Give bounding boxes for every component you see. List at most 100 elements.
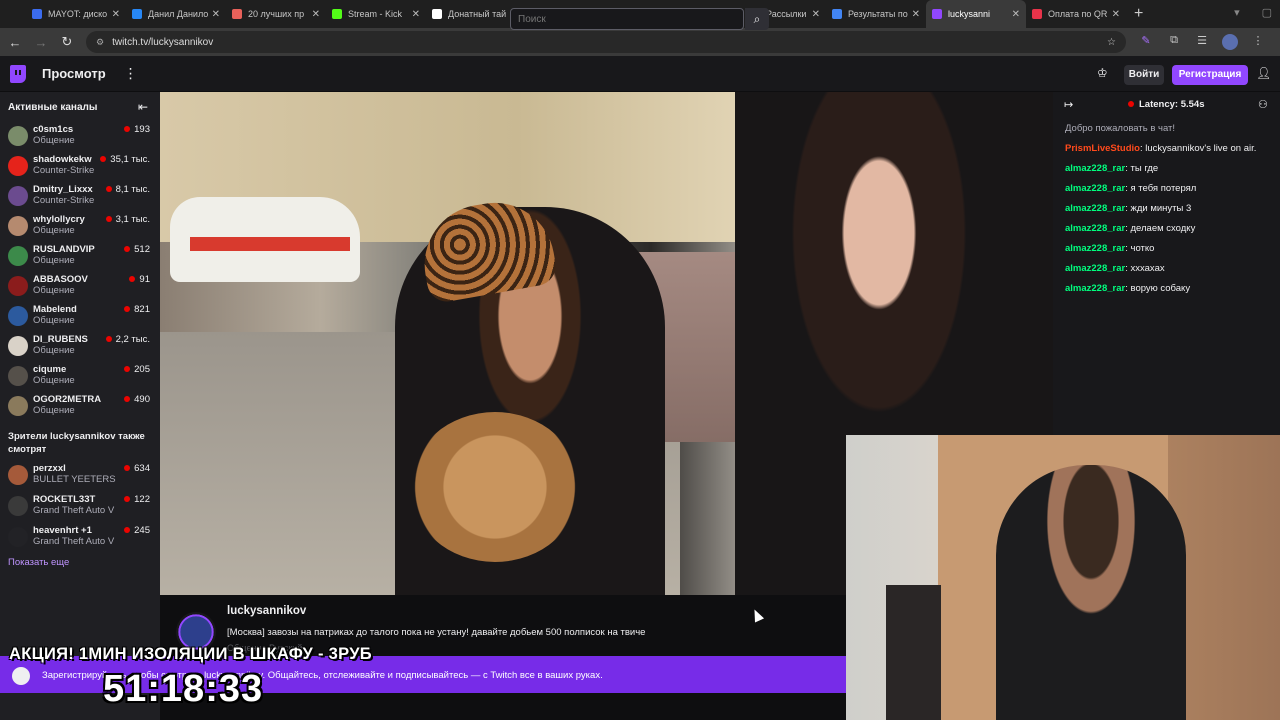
- new-tab-button[interactable]: +: [1134, 5, 1143, 23]
- live-dot-icon: [124, 527, 131, 534]
- sidebar-channel-item[interactable]: DI_RUBENS Общение 2,2 тыс.: [8, 334, 154, 364]
- browser-tab[interactable]: Данил Данилов ✕: [126, 0, 226, 28]
- browser-menu-icon[interactable]: ⋮: [1250, 34, 1266, 50]
- maximize-icon[interactable]: ▢: [1262, 6, 1272, 19]
- channel-name: ABBASOOV: [33, 274, 88, 285]
- close-tab-icon[interactable]: ✕: [412, 9, 420, 20]
- close-tab-icon[interactable]: ✕: [912, 9, 920, 20]
- browse-link[interactable]: Просмотр: [42, 66, 106, 81]
- viewer-count: 3,1 тыс.: [105, 214, 150, 225]
- more-menu-icon[interactable]: ⋮: [124, 65, 138, 82]
- banner-glitch-icon: [12, 667, 30, 685]
- sidebar-channel-item[interactable]: c0sm1cs Общение 193: [8, 124, 154, 154]
- channel-avatar: [8, 496, 28, 516]
- browser-tab[interactable]: 20 лучших пр ✕: [226, 0, 326, 28]
- channel-category: BULLET YEETERS: [33, 474, 116, 485]
- chat-username[interactable]: almaz228_rar: [1065, 223, 1125, 234]
- extension-pen-icon[interactable]: ✎: [1138, 34, 1154, 50]
- close-tab-icon[interactable]: ✕: [1112, 9, 1120, 20]
- viewer-count: 245: [124, 525, 150, 536]
- extensions-icon[interactable]: ⧉: [1166, 34, 1182, 50]
- chat-text: : ты где: [1125, 163, 1159, 174]
- chat-text: : жди минуты 3: [1125, 203, 1192, 214]
- tab-favicon-icon: [332, 9, 342, 19]
- browser-tab[interactable]: MAYOT: диско ✕: [26, 0, 126, 28]
- tab-title: Stream - Kick: [348, 9, 403, 19]
- sidebar-channel-item[interactable]: Mabelend Общение 821: [8, 304, 154, 334]
- close-tab-icon[interactable]: ✕: [112, 9, 120, 20]
- sidebar-channel-item[interactable]: shadowkekw Counter-Strike 35,1 тыс.: [8, 154, 154, 184]
- chat-users-icon[interactable]: ⚇: [1258, 98, 1268, 111]
- chat-text: : хххахах: [1125, 263, 1165, 274]
- tab-favicon-icon: [932, 9, 942, 19]
- address-bar: ← → ↻ ⚙ twitch.tv/luckysannikov ☆ ✎ ⧉ ☰ …: [0, 28, 1280, 56]
- live-dot-icon: [124, 396, 131, 403]
- viewer-count: 490: [124, 394, 150, 405]
- chat-text: : чотко: [1125, 243, 1155, 254]
- forward-icon[interactable]: →: [30, 35, 52, 50]
- channel-avatar: [8, 396, 28, 416]
- twitch-logo-icon[interactable]: [10, 64, 26, 83]
- sidebar-channel-item[interactable]: whylollycry Общение 3,1 тыс.: [8, 214, 154, 244]
- chat-message: almaz228_rar: хххахах: [1065, 263, 1165, 274]
- close-tab-icon[interactable]: ✕: [1012, 9, 1020, 20]
- chat-username[interactable]: almaz228_rar: [1065, 263, 1125, 274]
- user-menu-icon[interactable]: 👤︎: [1256, 66, 1271, 80]
- channel-name: RUSLANDVIP: [33, 244, 95, 255]
- viewer-count: 512: [124, 244, 150, 255]
- chat-username[interactable]: almaz228_rar: [1065, 183, 1125, 194]
- browser-tab[interactable]: luckysanni ✕: [926, 0, 1026, 28]
- login-button[interactable]: Войти: [1124, 65, 1164, 85]
- browser-tab[interactable]: Оплата по QR ✕: [1026, 0, 1126, 28]
- tab-favicon-icon: [132, 9, 142, 19]
- sidebar-channel-item[interactable]: ciqume Общение 205: [8, 364, 154, 394]
- sidebar-channel-item[interactable]: OGOR2METRA Общение 490: [8, 394, 154, 424]
- channel-name[interactable]: luckysannikov: [227, 605, 306, 617]
- browser-tab[interactable]: Stream - Kick ✕: [326, 0, 426, 28]
- channel-name: OGOR2METRA: [33, 394, 102, 405]
- sidebar-channel-item[interactable]: ROCKETL33T Grand Theft Auto V 122: [8, 494, 154, 524]
- sidebar-channel-item[interactable]: ABBASOOV Общение 91: [8, 274, 154, 304]
- site-info-icon[interactable]: ⚙: [96, 37, 104, 48]
- bookmark-star-icon[interactable]: ☆: [1107, 37, 1116, 48]
- chat-username[interactable]: almaz228_rar: [1065, 163, 1125, 174]
- live-dot-icon: [124, 366, 131, 373]
- sidebar-channel-item[interactable]: Dmitry_Lixxx Counter-Strike 8,1 тыс.: [8, 184, 154, 214]
- latency-indicator: Latency: 5.54s: [1128, 99, 1204, 110]
- channel-avatar: [8, 366, 28, 386]
- live-dot-icon: [105, 336, 112, 343]
- browser-tab[interactable]: Результаты по ✕: [826, 0, 926, 28]
- channel-avatar: [8, 126, 28, 146]
- chat-text: : я тебя потерял: [1125, 183, 1197, 194]
- twitch-top-nav: Просмотр ⋮: [0, 56, 1280, 92]
- webcam-scene-streamer: [996, 465, 1186, 720]
- profile-avatar-icon[interactable]: [1222, 34, 1238, 50]
- channel-avatar: [8, 336, 28, 356]
- search-input[interactable]: [510, 8, 744, 30]
- sidebar-channel-item[interactable]: perzxxl BULLET YEETERS 634: [8, 463, 154, 493]
- chat-username[interactable]: almaz228_rar: [1065, 283, 1125, 294]
- chat-username[interactable]: almaz228_rar: [1065, 203, 1125, 214]
- close-tab-icon[interactable]: ✕: [812, 9, 820, 20]
- close-tab-icon[interactable]: ✕: [312, 9, 320, 20]
- sidebar-channel-item[interactable]: RUSLANDVIP Общение 512: [8, 244, 154, 274]
- channel-name: perzxxl: [33, 463, 66, 474]
- tab-title: Оплата по QR: [1048, 9, 1108, 19]
- search-button[interactable]: ⌕: [745, 8, 769, 30]
- close-tab-icon[interactable]: ✕: [212, 9, 220, 20]
- prime-crown-icon[interactable]: ♔: [1097, 66, 1108, 80]
- collapse-chat-icon[interactable]: ↦: [1064, 98, 1073, 111]
- reading-list-icon[interactable]: ☰: [1194, 34, 1210, 50]
- reload-icon[interactable]: ↻: [56, 34, 78, 50]
- chat-username[interactable]: PrismLiveStudio: [1065, 143, 1140, 154]
- collapse-sidebar-icon[interactable]: ⇤: [138, 100, 148, 114]
- url-field[interactable]: ⚙ twitch.tv/luckysannikov ☆: [86, 31, 1126, 53]
- minimize-icon[interactable]: ▾: [1234, 6, 1240, 19]
- back-icon[interactable]: ←: [4, 35, 26, 50]
- chat-message: almaz228_rar: я тебя потерял: [1065, 183, 1196, 194]
- chat-username[interactable]: almaz228_rar: [1065, 243, 1125, 254]
- signup-button[interactable]: Регистрация: [1172, 65, 1248, 85]
- show-more-link[interactable]: Показать еще: [8, 557, 69, 568]
- sidebar-channel-item[interactable]: heavenhrt +1 Grand Theft Auto V 245: [8, 525, 154, 555]
- live-dot-icon: [124, 126, 131, 133]
